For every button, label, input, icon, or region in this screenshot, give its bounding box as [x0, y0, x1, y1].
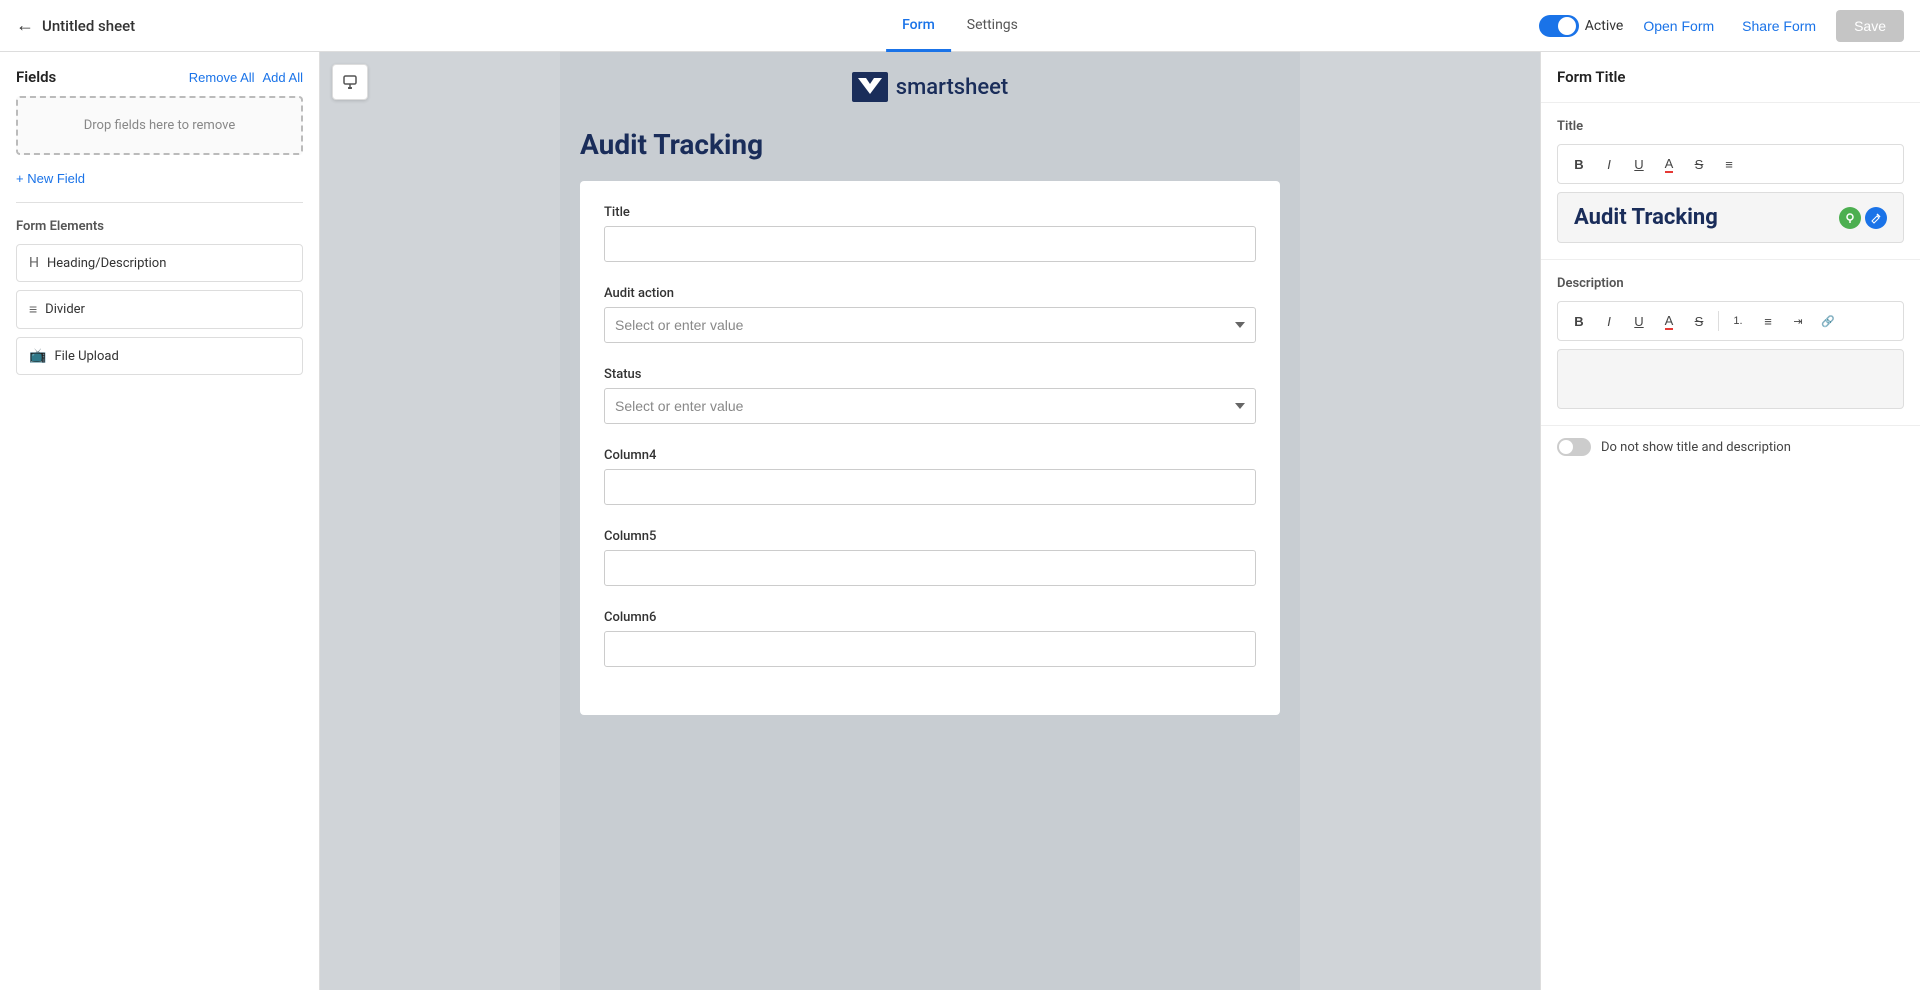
form-header: smartsheet Audit Tracking [560, 52, 1300, 181]
desc-fmt-indent[interactable]: ⇥ [1785, 308, 1811, 334]
field-input-title[interactable] [604, 226, 1256, 262]
form-preview-container: smartsheet Audit Tracking Title Audit ac… [560, 52, 1300, 990]
fields-header: Fields Remove All Add All [16, 68, 303, 86]
fmt-underline[interactable]: U [1626, 151, 1652, 177]
add-all-button[interactable]: Add All [263, 70, 303, 85]
back-button[interactable]: ← [16, 15, 34, 36]
field-select-audit-action[interactable]: Select or enter value [604, 307, 1256, 343]
title-section: Title B I U A S ≡ Audit Tracking [1541, 103, 1920, 260]
fields-title: Fields [16, 68, 56, 86]
toggle-label: Do not show title and description [1601, 440, 1791, 455]
center-canvas: smartsheet Audit Tracking Title Audit ac… [320, 52, 1540, 990]
title-section-label: Title [1557, 119, 1904, 134]
fmt-divider [1718, 311, 1719, 331]
title-preview-text: Audit Tracking [1574, 205, 1718, 230]
desc-fmt-ordered[interactable]: 1. [1725, 308, 1751, 334]
tab-settings[interactable]: Settings [951, 1, 1034, 52]
form-field-status: Status Select or enter value [604, 367, 1256, 424]
tab-form[interactable]: Form [886, 1, 951, 52]
desc-fmt-unordered[interactable]: ≡ [1755, 308, 1781, 334]
field-input-column4[interactable] [604, 469, 1256, 505]
title-icons [1839, 207, 1887, 229]
fmt-align[interactable]: ≡ [1716, 151, 1742, 177]
right-panel-header: Form Title [1541, 52, 1920, 103]
remove-all-button[interactable]: Remove All [189, 70, 255, 85]
form-field-column5: Column5 [604, 529, 1256, 586]
location-icon [1844, 212, 1856, 224]
element-divider[interactable]: ≡ Divider [16, 290, 303, 329]
divider-icon: ≡ [29, 301, 37, 318]
fmt-bold[interactable]: B [1566, 151, 1592, 177]
description-section-label: Description [1557, 276, 1904, 291]
field-select-status[interactable]: Select or enter value [604, 388, 1256, 424]
form-body: Title Audit action Select or enter value… [580, 181, 1280, 715]
toggle-row: Do not show title and description [1541, 426, 1920, 468]
field-input-column6[interactable] [604, 631, 1256, 667]
file-upload-icon: 📺 [29, 348, 46, 364]
sheet-title: Untitled sheet [42, 17, 135, 35]
field-label-status: Status [604, 367, 1256, 382]
logo-svg [852, 72, 888, 102]
desc-fmt-strikethrough[interactable]: S [1686, 308, 1712, 334]
main-layout: Fields Remove All Add All Drop fields he… [0, 52, 1920, 990]
form-field-column4: Column4 [604, 448, 1256, 505]
form-field-title: Title [604, 205, 1256, 262]
form-title-display: Audit Tracking [580, 118, 1280, 181]
fmt-strikethrough[interactable]: S [1686, 151, 1712, 177]
show-title-toggle[interactable] [1557, 438, 1591, 456]
title-preview-box: Audit Tracking [1557, 192, 1904, 243]
desc-fmt-link[interactable]: 🔗 [1815, 308, 1841, 334]
field-label-audit-action: Audit action [604, 286, 1256, 301]
active-toggle[interactable] [1539, 15, 1579, 37]
desc-format-toolbar: B I U A S 1. ≡ ⇥ 🔗 [1557, 301, 1904, 341]
open-form-button[interactable]: Open Form [1635, 12, 1722, 40]
right-panel: Form Title Title B I U A S ≡ Audit Track… [1540, 52, 1920, 990]
canvas-toolbar-button[interactable] [332, 64, 368, 100]
share-form-button[interactable]: Share Form [1734, 12, 1824, 40]
nav-left: ← Untitled sheet [16, 15, 135, 36]
nav-right: Active Open Form Share Form Save [1539, 10, 1904, 42]
desc-fmt-font-color[interactable]: A [1656, 308, 1682, 334]
field-input-column5[interactable] [604, 550, 1256, 586]
desc-fmt-bold[interactable]: B [1566, 308, 1592, 334]
element-heading[interactable]: H Heading/Description [16, 244, 303, 282]
active-label: Active [1585, 18, 1624, 34]
fields-section: Fields Remove All Add All Drop fields he… [0, 52, 319, 399]
element-file-upload[interactable]: 📺 File Upload [16, 337, 303, 375]
color-circle-green[interactable] [1839, 207, 1861, 229]
title-format-toolbar: B I U A S ≡ [1557, 144, 1904, 184]
description-input-box[interactable] [1557, 349, 1904, 409]
field-label-column5: Column5 [604, 529, 1256, 544]
desc-fmt-italic[interactable]: I [1596, 308, 1622, 334]
edit-icon [1870, 212, 1882, 224]
description-section: Description B I U A S 1. ≡ ⇥ 🔗 [1541, 260, 1920, 426]
drop-zone[interactable]: Drop fields here to remove [16, 96, 303, 155]
save-button[interactable]: Save [1836, 10, 1904, 42]
field-label-column4: Column4 [604, 448, 1256, 463]
active-toggle-wrap: Active [1539, 15, 1624, 37]
form-elements-title: Form Elements [16, 219, 303, 234]
section-divider [16, 202, 303, 203]
form-field-audit-action: Audit action Select or enter value [604, 286, 1256, 343]
fmt-font-color[interactable]: A [1656, 151, 1682, 177]
desc-fmt-underline[interactable]: U [1626, 308, 1652, 334]
field-label-column6: Column6 [604, 610, 1256, 625]
fields-actions: Remove All Add All [189, 70, 303, 85]
paint-roller-icon [342, 74, 358, 90]
heading-icon: H [29, 255, 39, 271]
left-panel: Fields Remove All Add All Drop fields he… [0, 52, 320, 990]
nav-tabs: Form Settings [886, 0, 1034, 51]
field-label-title: Title [604, 205, 1256, 220]
form-field-column6: Column6 [604, 610, 1256, 667]
fmt-italic[interactable]: I [1596, 151, 1622, 177]
smartsheet-logo: smartsheet [852, 72, 1008, 102]
new-field-button[interactable]: + New Field [16, 171, 85, 186]
color-circle-blue[interactable] [1865, 207, 1887, 229]
top-nav: ← Untitled sheet Form Settings Active Op… [0, 0, 1920, 52]
